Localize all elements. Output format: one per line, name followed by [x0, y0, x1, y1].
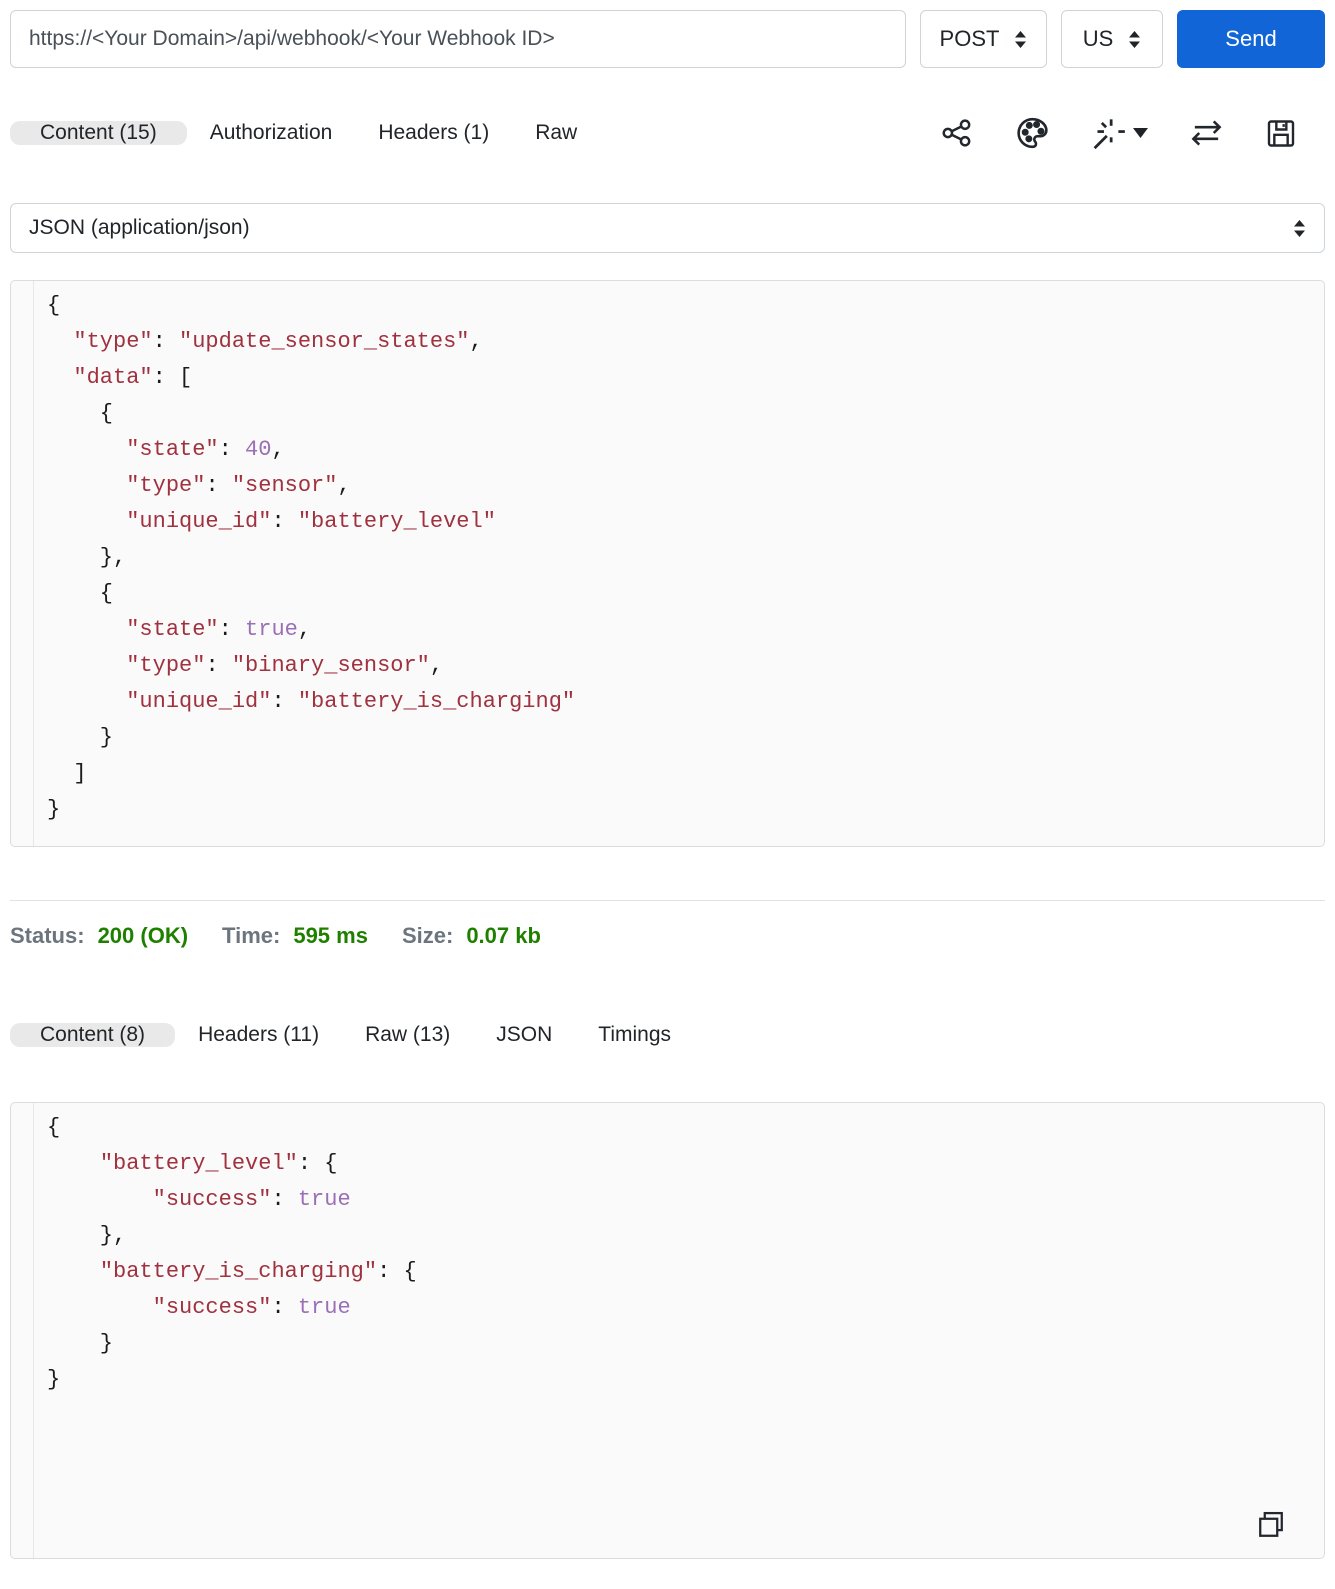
request-body-block: { "type": "update_sensor_states", "data"…	[10, 280, 1325, 847]
tab-response-json[interactable]: JSON	[473, 1023, 575, 1047]
time-label: Time:	[222, 923, 281, 948]
response-body-viewer: { "battery_level": { "success": true }, …	[47, 1115, 417, 1392]
tab-response-raw[interactable]: Raw (13)	[342, 1023, 473, 1047]
send-button[interactable]: Send	[1177, 10, 1325, 68]
tab-response-content[interactable]: Content (8)	[10, 1022, 176, 1047]
double-caret-icon	[1294, 219, 1305, 237]
request-tabs: Content (15) Authorization Headers (1) R…	[10, 121, 600, 145]
status-stat: Status: 200 (OK)	[10, 923, 188, 949]
body-type-select[interactable]: JSON (application/json)	[10, 203, 1325, 253]
magic-wand-icon	[1093, 119, 1125, 150]
tab-request-headers[interactable]: Headers (1)	[355, 121, 512, 145]
body-type-value: JSON (application/json)	[29, 216, 250, 239]
region-select[interactable]: US	[1061, 10, 1163, 68]
size-value: 0.07 kb	[466, 923, 541, 948]
save-icon	[1267, 119, 1295, 147]
double-caret-icon	[1015, 30, 1027, 48]
time-stat: Time: 595 ms	[222, 923, 368, 949]
theme-button[interactable]	[1015, 115, 1050, 151]
double-caret-icon	[1129, 30, 1141, 48]
status-value: 200 (OK)	[97, 923, 189, 948]
size-label: Size:	[401, 923, 454, 948]
request-toolbar	[941, 114, 1325, 152]
time-value: 595 ms	[293, 923, 368, 948]
share-button[interactable]	[941, 116, 974, 150]
tab-response-timings[interactable]: Timings	[575, 1023, 694, 1047]
request-bar: POST US Send	[10, 10, 1325, 68]
size-stat: Size: 0.07 kb	[402, 923, 541, 949]
tab-request-content[interactable]: Content (15)	[10, 121, 187, 145]
tab-request-authorization[interactable]: Authorization	[187, 121, 356, 145]
palette-icon	[1017, 117, 1048, 149]
swap-request-button[interactable]	[1189, 117, 1224, 149]
copy-icon	[1259, 1511, 1283, 1537]
section-divider	[10, 900, 1325, 901]
dropdown-caret-icon	[1133, 128, 1148, 138]
swap-arrows-icon	[1191, 120, 1222, 146]
tab-request-raw[interactable]: Raw	[512, 121, 600, 145]
response-body-block: { "battery_level": { "success": true }, …	[10, 1102, 1325, 1559]
method-select-value: POST	[939, 26, 1000, 51]
status-label: Status:	[10, 923, 85, 948]
response-summary: Status: 200 (OK) Time: 595 ms Size: 0.07…	[10, 918, 1325, 954]
copy-response-button[interactable]	[1254, 1508, 1288, 1545]
viewer-gutter	[11, 1103, 34, 1558]
request-body-editor[interactable]: { "type": "update_sensor_states", "data"…	[34, 281, 1324, 846]
share-icon	[942, 119, 971, 147]
editor-gutter	[11, 281, 34, 846]
save-request-button[interactable]	[1265, 117, 1297, 150]
method-select[interactable]: POST	[920, 10, 1047, 68]
response-tabs-row: Content (8) Headers (11) Raw (13) JSON T…	[10, 1007, 1325, 1062]
request-tabs-row: Content (15) Authorization Headers (1) R…	[10, 105, 1325, 161]
url-input[interactable]	[10, 10, 906, 68]
tab-response-headers[interactable]: Headers (11)	[175, 1023, 342, 1047]
region-select-value: US	[1082, 26, 1114, 51]
magic-actions-button[interactable]	[1091, 114, 1148, 152]
response-tabs: Content (8) Headers (11) Raw (13) JSON T…	[10, 1022, 694, 1047]
